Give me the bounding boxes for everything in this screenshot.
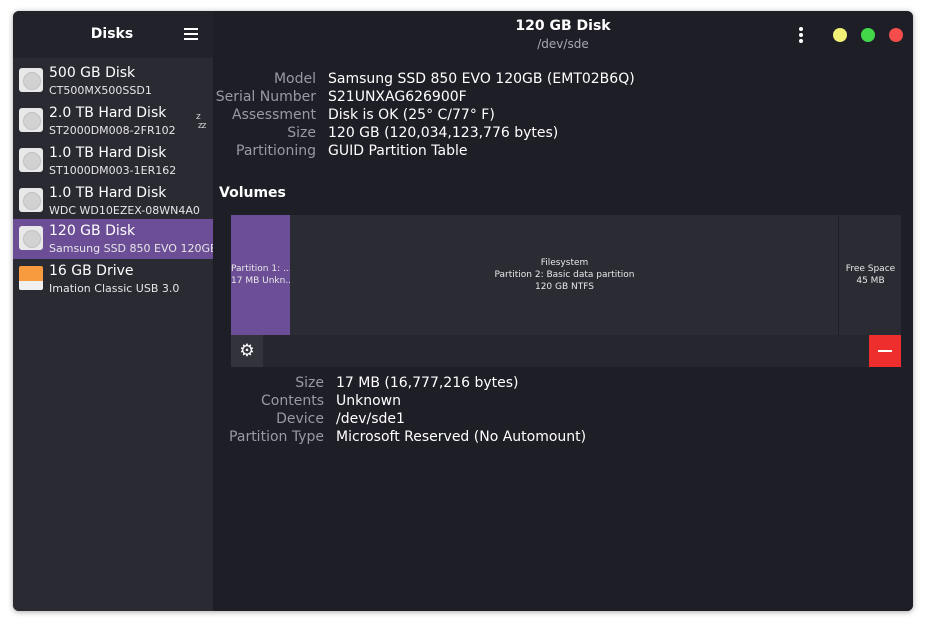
disk-model: ST2000DM008-2FR102: [49, 124, 176, 137]
minus-icon: [878, 350, 892, 352]
disk-model: Imation Classic USB 3.0: [49, 282, 180, 295]
size-value: 120 GB (120,034,123,776 bytes): [328, 125, 559, 141]
disk-name: 2.0 TB Hard Disk: [49, 105, 167, 121]
gears-icon: ⚙: [239, 341, 255, 361]
segment-line: Free Space: [845, 264, 896, 274]
disks-window: Disks 500 GB Disk CT500MX500SSD1 2.0 TB …: [13, 11, 913, 611]
size-label: Size: [287, 125, 316, 141]
partition-settings-button[interactable]: ⚙: [231, 335, 263, 367]
more-options-icon[interactable]: [799, 27, 803, 43]
volume-bar: Partition 1: ... 17 MB Unkn... Filesyste…: [231, 215, 901, 335]
header-bar: 120 GB Disk /dev/sde: [213, 11, 913, 58]
device-label: Device: [276, 411, 324, 427]
free-space-segment[interactable]: Free Space 45 MB: [840, 215, 901, 335]
contents-label: Contents: [261, 393, 324, 409]
disk-name: 16 GB Drive: [49, 263, 134, 279]
disk-model: Samsung SSD 850 EVO 120GB: [49, 242, 218, 255]
disk-item-2tb[interactable]: 2.0 TB Hard Disk ST2000DM008-2FR102 z zz: [13, 101, 213, 141]
sleep-icon: z zz: [196, 112, 206, 131]
contents-value: Unknown: [336, 393, 401, 409]
segment-line: 17 MB Unkn...: [231, 276, 290, 286]
disk-icon: [19, 108, 43, 132]
disk-name: 120 GB Disk: [49, 223, 136, 239]
minimize-button[interactable]: [833, 28, 847, 42]
disk-model: WDC WD10EZEX-08WN4A0: [49, 204, 200, 217]
assessment-value: Disk is OK (25° C/77° F): [328, 107, 495, 123]
assessment-label: Assessment: [232, 107, 316, 123]
partition-type-label: Partition Type: [229, 429, 324, 445]
hamburger-icon[interactable]: [184, 28, 198, 40]
header-title: 120 GB Disk: [515, 18, 611, 34]
serial-number-label: Serial Number: [215, 89, 316, 105]
segment-line: Partition 1: ...: [231, 264, 290, 274]
volumes-heading: Volumes: [219, 185, 286, 201]
disk-item-1tb-wdc[interactable]: 1.0 TB Hard Disk WDC WD10EZEX-08WN4A0: [13, 181, 213, 221]
segment-line: 45 MB: [856, 276, 885, 286]
header-subtitle: /dev/sde: [537, 37, 589, 51]
maximize-button[interactable]: [861, 28, 875, 42]
disk-name: 1.0 TB Hard Disk: [49, 185, 167, 201]
disk-list: 500 GB Disk CT500MX500SSD1 2.0 TB Hard D…: [13, 58, 218, 611]
partition-type-value: Microsoft Reserved (No Automount): [336, 429, 587, 445]
disk-name: 1.0 TB Hard Disk: [49, 145, 167, 161]
segment-line: Partition 2: Basic data partition: [494, 270, 635, 280]
disk-icon: [19, 68, 43, 92]
partition-2-segment[interactable]: Filesystem Partition 2: Basic data parti…: [291, 215, 839, 335]
segment-line: Filesystem: [540, 258, 589, 268]
volume-toolbar: ⚙: [231, 335, 901, 367]
model-value: Samsung SSD 850 EVO 120GB (EMT02B6Q): [328, 71, 635, 87]
disk-name: 500 GB Disk: [49, 65, 136, 81]
disk-item-500gb[interactable]: 500 GB Disk CT500MX500SSD1: [13, 61, 213, 101]
disk-icon: [19, 148, 43, 172]
sidebar-title: Disks: [90, 26, 134, 42]
delete-partition-button[interactable]: [869, 335, 901, 367]
partition-size-value: 17 MB (16,777,216 bytes): [336, 375, 519, 391]
disk-model: ST1000DM003-1ER162: [49, 164, 177, 177]
disk-item-16gb-usb[interactable]: 16 GB Drive Imation Classic USB 3.0: [13, 259, 213, 299]
disk-icon: [19, 188, 43, 212]
partition-size-label: Size: [295, 375, 324, 391]
device-value: /dev/sde1: [336, 411, 405, 427]
disk-item-120gb[interactable]: 120 GB Disk Samsung SSD 850 EVO 120GB: [13, 219, 218, 259]
disk-icon: [19, 226, 43, 250]
disk-item-1tb-seagate[interactable]: 1.0 TB Hard Disk ST1000DM003-1ER162: [13, 141, 213, 181]
serial-number-value: S21UNXAG626900F: [328, 89, 467, 105]
close-button[interactable]: [889, 28, 903, 42]
segment-line: 120 GB NTFS: [534, 282, 594, 292]
disk-details: Model Samsung SSD 850 EVO 120GB (EMT02B6…: [213, 58, 913, 611]
model-label: Model: [273, 71, 316, 87]
partition-1-segment[interactable]: Partition 1: ... 17 MB Unkn...: [231, 215, 290, 335]
usb-drive-icon: [19, 266, 43, 290]
disk-model: CT500MX500SSD1: [49, 84, 152, 97]
partitioning-value: GUID Partition Table: [328, 143, 468, 159]
partitioning-label: Partitioning: [236, 143, 316, 159]
sidebar-header: Disks: [13, 11, 213, 58]
